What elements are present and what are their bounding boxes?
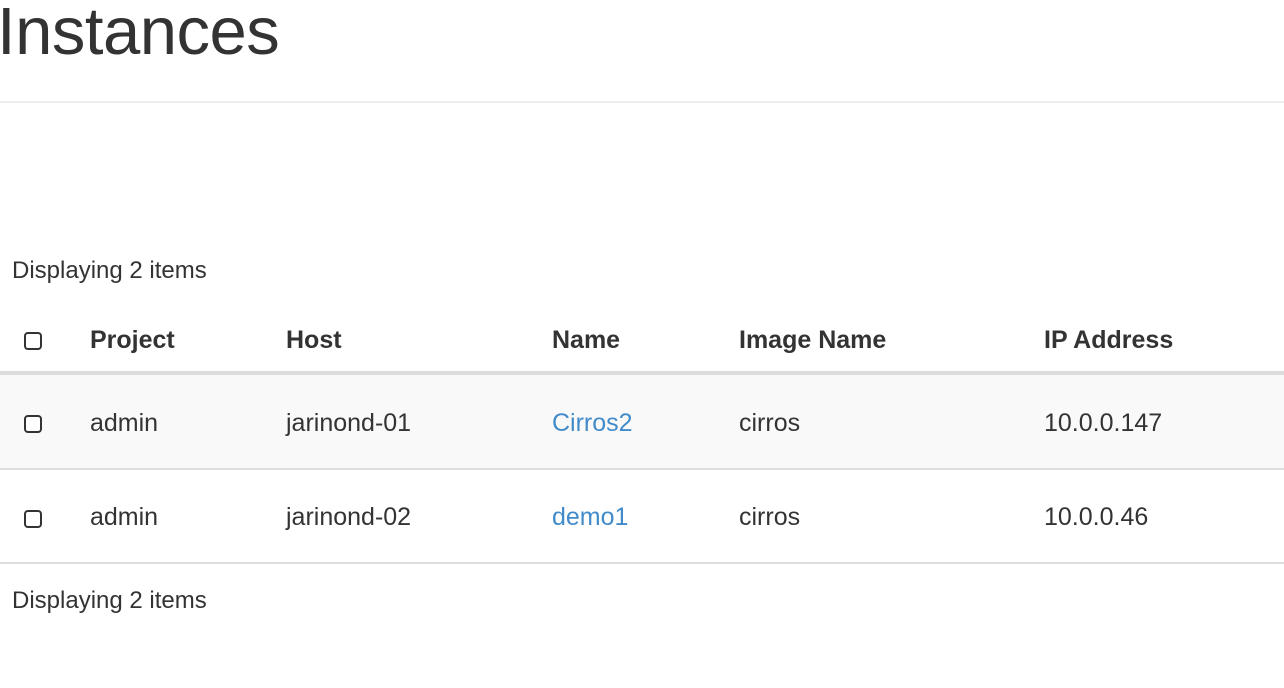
column-header-host[interactable]: Host xyxy=(286,325,342,355)
cell-host: jarinond-02 xyxy=(286,503,412,531)
table-row: admin jarinond-01 Cirros2 cirros 10.0.0.… xyxy=(0,375,1284,470)
cell-image-name: cirros xyxy=(739,503,801,531)
instances-table: Project Host Name Image Name IP Address … xyxy=(0,305,1284,564)
column-header-image-name[interactable]: Image Name xyxy=(739,325,886,355)
cell-project: admin xyxy=(90,503,159,531)
table-row: admin jarinond-02 demo1 cirros 10.0.0.46 xyxy=(0,470,1284,564)
cell-host: jarinond-01 xyxy=(286,409,412,437)
column-header-ip-address[interactable]: IP Address xyxy=(1044,325,1173,355)
select-all-checkbox[interactable] xyxy=(24,332,42,350)
column-header-project[interactable]: Project xyxy=(90,325,175,355)
table-header-row: Project Host Name Image Name IP Address xyxy=(0,305,1284,375)
instance-name-link[interactable]: Cirros2 xyxy=(552,408,633,438)
cell-ip-address: 10.0.0.147 xyxy=(1044,409,1163,437)
page-title: Instances xyxy=(0,0,280,69)
cell-project: admin xyxy=(90,409,159,437)
cell-ip-address: 10.0.0.46 xyxy=(1044,503,1149,531)
instance-name-link[interactable]: demo1 xyxy=(552,502,628,532)
row-checkbox[interactable] xyxy=(24,510,42,528)
item-count-top: Displaying 2 items xyxy=(12,257,207,284)
row-checkbox[interactable] xyxy=(24,415,42,433)
column-header-name[interactable]: Name xyxy=(552,325,620,355)
title-divider xyxy=(0,101,1284,103)
item-count-bottom: Displaying 2 items xyxy=(12,587,207,614)
cell-image-name: cirros xyxy=(739,409,801,437)
